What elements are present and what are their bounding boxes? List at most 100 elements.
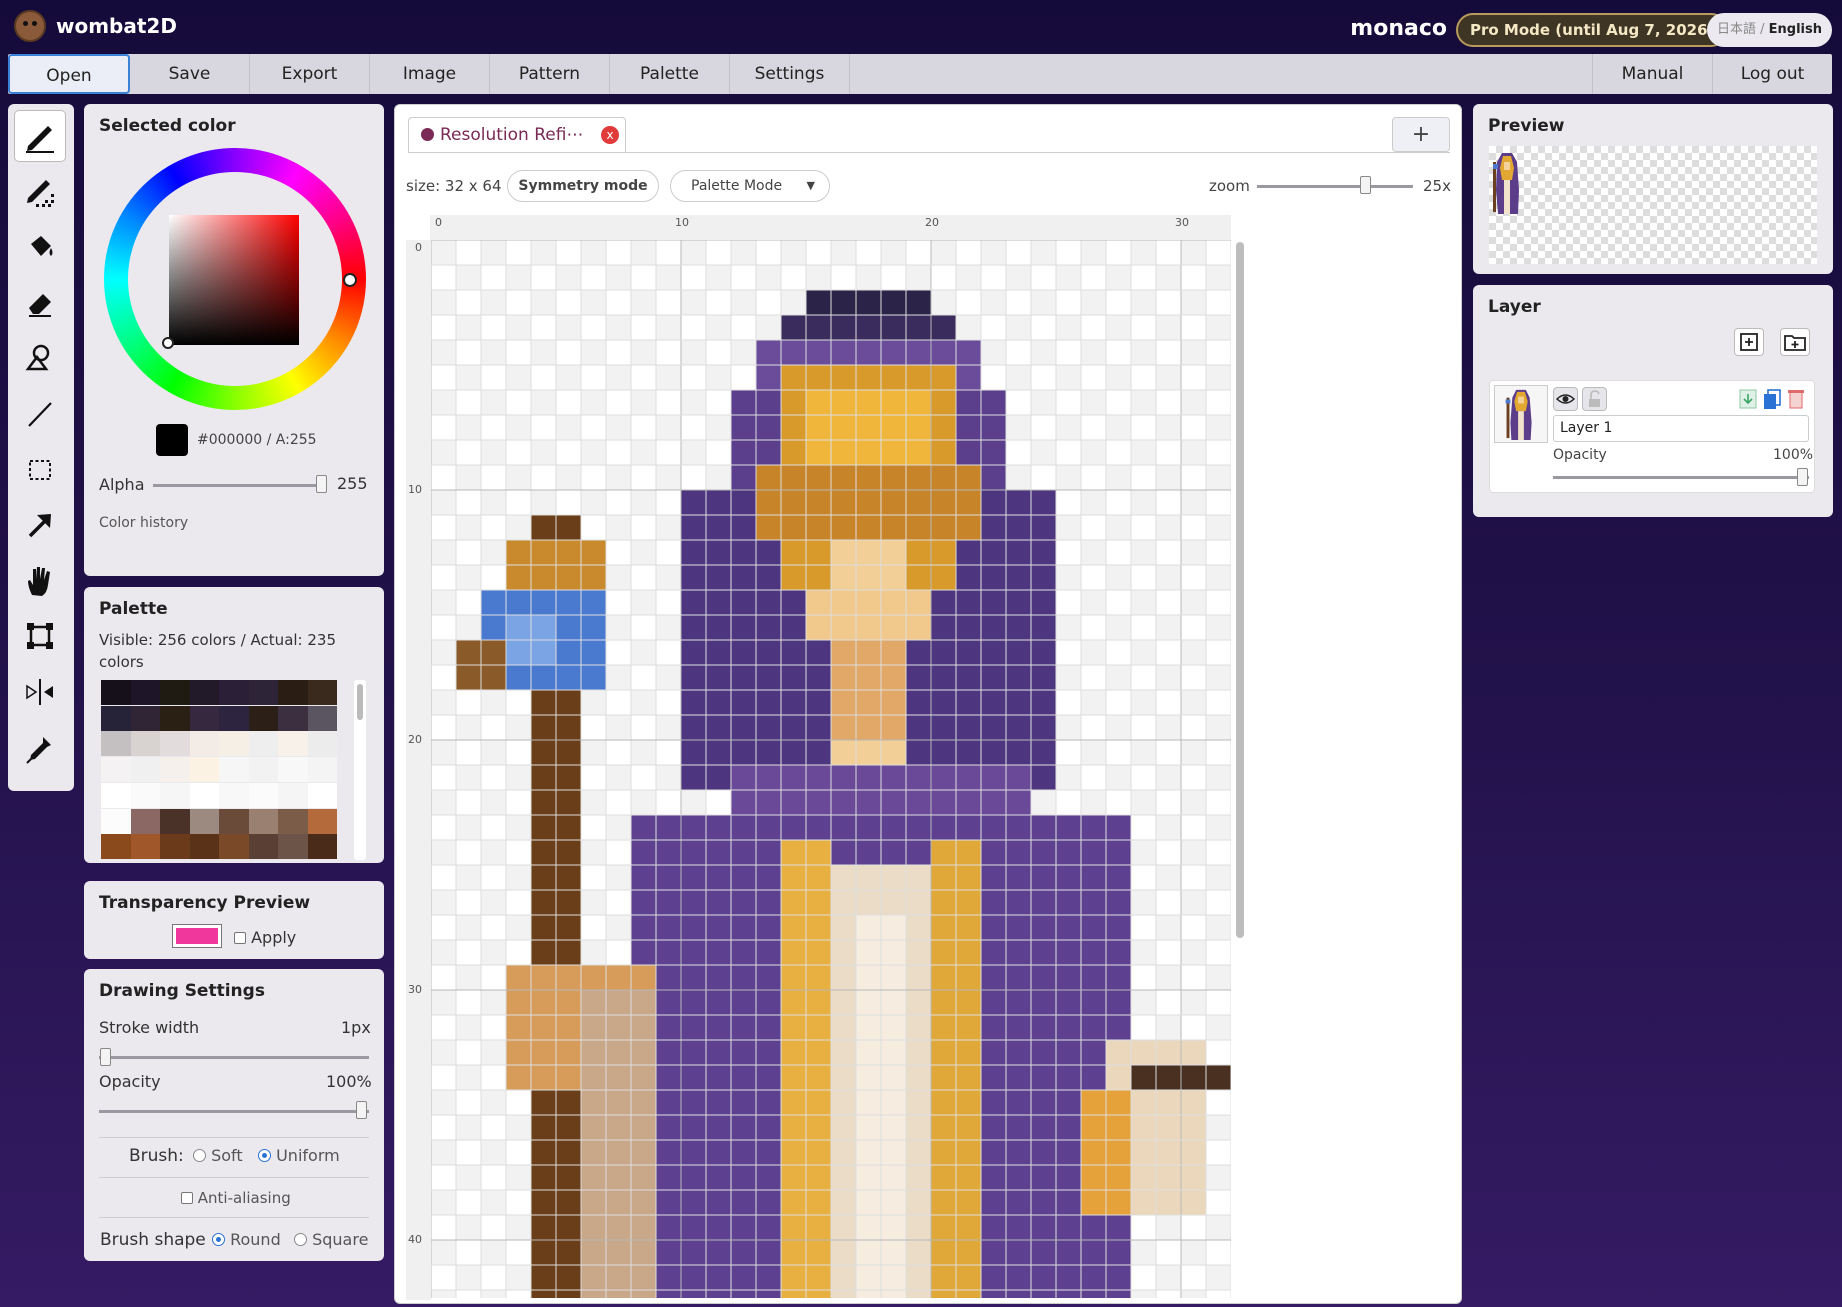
palette-swatch[interactable] — [130, 680, 160, 705]
palette-swatch[interactable] — [160, 808, 190, 834]
line-tool[interactable] — [15, 389, 65, 439]
palette-swatch[interactable] — [219, 680, 249, 705]
palette-swatch[interactable] — [219, 731, 249, 757]
zoom-thumb[interactable] — [1360, 176, 1371, 194]
palette-swatch[interactable] — [189, 782, 219, 808]
palette-swatch[interactable] — [160, 705, 190, 731]
eraser-tool[interactable] — [15, 278, 65, 328]
opacity-thumb[interactable] — [356, 1101, 367, 1119]
stroke-width-slider[interactable] — [99, 1056, 369, 1059]
eyedropper-tool[interactable] — [15, 723, 65, 773]
alpha-slider-thumb[interactable] — [316, 475, 327, 493]
menu-manual[interactable]: Manual — [1592, 54, 1712, 94]
palette-swatch[interactable] — [219, 782, 249, 808]
palette-swatch[interactable] — [130, 705, 160, 731]
menu-save[interactable]: Save — [130, 54, 250, 94]
transparency-apply-checkbox[interactable] — [234, 932, 246, 944]
crop-tool[interactable] — [15, 611, 65, 661]
visibility-toggle[interactable] — [1553, 387, 1578, 411]
palette-swatch[interactable] — [219, 757, 249, 783]
lock-toggle[interactable] — [1582, 387, 1607, 411]
hue-knob[interactable] — [343, 273, 357, 287]
palette-swatch[interactable] — [278, 705, 308, 731]
palette-swatch[interactable] — [248, 782, 278, 808]
opacity-slider[interactable] — [99, 1110, 369, 1113]
menu-settings[interactable]: Settings — [730, 54, 850, 94]
saturation-value-square[interactable] — [169, 215, 299, 345]
palette-swatch[interactable] — [307, 834, 337, 860]
menu-logout[interactable]: Log out — [1712, 54, 1832, 94]
menu-pattern[interactable]: Pattern — [490, 54, 610, 94]
palette-swatch[interactable] — [130, 808, 160, 834]
palette-swatch[interactable] — [130, 782, 160, 808]
new-tab-button[interactable]: + — [1392, 117, 1450, 152]
pencil-tool[interactable] — [15, 111, 65, 161]
palette-swatch[interactable] — [101, 705, 131, 731]
palette-swatch[interactable] — [307, 731, 337, 757]
palette-swatch[interactable] — [278, 782, 308, 808]
palette-swatch[interactable] — [160, 782, 190, 808]
canvas-scrollbar[interactable] — [1236, 242, 1244, 938]
add-folder-button[interactable] — [1780, 328, 1810, 356]
palette-swatch[interactable] — [101, 757, 131, 783]
duplicate-layer-icon[interactable] — [1762, 388, 1782, 410]
palette-swatch[interactable] — [189, 808, 219, 834]
palette-swatch[interactable] — [101, 731, 131, 757]
palette-swatch[interactable] — [307, 808, 337, 834]
palette-swatch[interactable] — [219, 808, 249, 834]
brush-soft-radio[interactable] — [193, 1149, 206, 1162]
palette-swatch[interactable] — [307, 782, 337, 808]
transparency-color-picker[interactable] — [172, 924, 222, 948]
zoom-slider[interactable] — [1257, 185, 1413, 188]
anti-aliasing-checkbox[interactable] — [181, 1192, 193, 1204]
menu-export[interactable]: Export — [250, 54, 370, 94]
palette-swatch[interactable] — [101, 834, 131, 860]
palette-swatch[interactable] — [101, 680, 131, 705]
palette-swatch[interactable] — [130, 757, 160, 783]
delete-layer-icon[interactable] — [1786, 388, 1806, 410]
layer-name-input[interactable]: Layer 1 — [1553, 415, 1809, 442]
menu-image[interactable]: Image — [370, 54, 490, 94]
palette-swatch[interactable] — [278, 680, 308, 705]
palette-swatch[interactable] — [219, 705, 249, 731]
palette-swatch[interactable] — [248, 757, 278, 783]
brush-uniform-radio[interactable] — [258, 1149, 271, 1162]
palette-swatch[interactable] — [130, 731, 160, 757]
mirror-tool[interactable] — [15, 667, 65, 717]
palette-swatch[interactable] — [130, 834, 160, 860]
palette-swatch[interactable] — [278, 731, 308, 757]
palette-swatch[interactable] — [278, 757, 308, 783]
layer-opacity-thumb[interactable] — [1797, 468, 1808, 486]
palette-swatch[interactable] — [189, 680, 219, 705]
shape-round-radio[interactable] — [212, 1233, 225, 1246]
palette-swatch[interactable] — [160, 680, 190, 705]
palette-swatch[interactable] — [248, 680, 278, 705]
palette-swatch[interactable] — [248, 731, 278, 757]
alpha-slider-track[interactable] — [153, 484, 323, 487]
palette-swatch[interactable] — [101, 782, 131, 808]
palette-swatch[interactable] — [219, 834, 249, 860]
lang-ja[interactable]: 日本語 — [1717, 22, 1756, 37]
palette-swatch[interactable] — [189, 731, 219, 757]
shape-square-radio[interactable] — [294, 1233, 307, 1246]
palette-swatch[interactable] — [160, 834, 190, 860]
fill-tool[interactable] — [15, 222, 65, 272]
menu-palette[interactable]: Palette — [610, 54, 730, 94]
move-tool[interactable] — [15, 500, 65, 550]
palette-swatch[interactable] — [160, 731, 190, 757]
pixel-canvas[interactable] — [431, 240, 1231, 1298]
dither-pencil-tool[interactable] — [15, 167, 65, 217]
palette-swatch[interactable] — [248, 834, 278, 860]
shape-tool[interactable] — [15, 333, 65, 383]
layer-opacity-slider[interactable] — [1553, 476, 1809, 479]
palette-scrollbar[interactable] — [354, 680, 366, 860]
merge-down-icon[interactable] — [1738, 388, 1758, 410]
palette-swatch[interactable] — [248, 808, 278, 834]
palette-swatch[interactable] — [248, 705, 278, 731]
palette-swatch[interactable] — [307, 757, 337, 783]
lang-en[interactable]: English — [1769, 22, 1822, 37]
document-tab[interactable]: Resolution Refi⋯ x — [408, 117, 626, 152]
palette-swatch[interactable] — [307, 705, 337, 731]
pro-mode-badge[interactable]: Pro Mode (until Aug 7, 2026) — [1456, 13, 1729, 47]
mode-select[interactable]: Palette Mode ▼ — [670, 170, 830, 202]
